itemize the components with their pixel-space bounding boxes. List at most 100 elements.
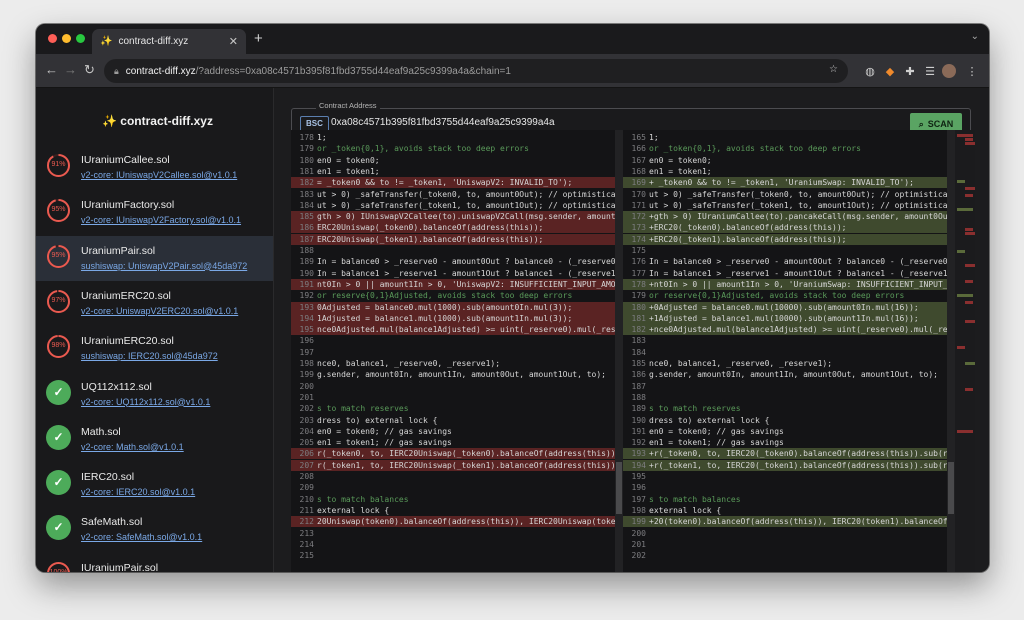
sidebar-file-item[interactable]: 98% IUraniumERC20.sol sushiswap: IERC20.s… [36, 326, 273, 371]
contract-code-line: 201 [623, 539, 955, 550]
code-text: nce0Adjusted.mul(balance1Adjusted) >= ui… [317, 325, 623, 335]
original-code-line: 179 or _token{0,1}, avoids stack too deep… [291, 143, 623, 154]
contract-code-line: 173 +ERC20(_token0).balanceOf(address(thi… [623, 222, 955, 234]
maximize-window-button[interactable] [76, 34, 85, 43]
line-number: 177 [631, 268, 646, 278]
line-number: 210 [299, 494, 314, 504]
contract-source-pane[interactable]: 165 1; 166 or _token{0,1}, avoids stack too… [623, 130, 955, 572]
address-bar[interactable]: 🔒︎ contract-diff.xyz/?address=0xa08c4571… [104, 59, 848, 83]
similarity-score: 95% [51, 206, 66, 214]
source-file-link[interactable]: v2-core: UQ112x112.sol@v1.0.1 [81, 397, 210, 407]
left-pane-scrollbar[interactable] [615, 130, 623, 572]
original-code-line: 186 ERC20Uniswap(_token0).balanceOf(addre… [291, 222, 623, 234]
code-diff-view[interactable]: 178 1; 179 or _token{0,1}, avoids stack too… [291, 130, 975, 572]
metamask-extension-icon[interactable]: ◆ [882, 63, 898, 79]
line-number: 173 [631, 223, 646, 233]
contract-address-input[interactable]: 0xa08c4571b395f81fbd3755d44eaf9a25c9399a… [331, 117, 555, 128]
diff-marker [957, 134, 973, 137]
contract-code-line: 184 [623, 347, 955, 358]
line-number: 168 [631, 166, 646, 176]
similarity-ring: 98% [46, 334, 71, 359]
contract-code-line: 175 [623, 245, 955, 256]
code-text: In = balance1 > _reserve1 - amount1Out ?… [317, 268, 623, 278]
more-menu-icon[interactable]: ⋮ [964, 63, 980, 79]
contract-code-line: 172 +gth > 0) IUraniumCallee(to).pancakeC… [623, 211, 955, 223]
line-number: 202 [299, 404, 314, 414]
diff-marker [965, 187, 975, 190]
source-file-link[interactable]: v2-core: SafeMath.sol@v1.0.1 [81, 532, 202, 542]
line-number: 197 [631, 494, 646, 504]
original-code-line: 187 ERC20Uniswap(_token1).balanceOf(addre… [291, 233, 623, 245]
reading-list-icon[interactable]: ☰ [922, 63, 938, 79]
original-code-line: 180 en0 = token0; [291, 155, 623, 166]
file-name: UQ112x112.sol [81, 380, 152, 393]
close-window-button[interactable] [48, 34, 57, 43]
sidebar-file-item[interactable]: ✓ UQ112x112.sol v2-core: UQ112x112.sol@v1.… [36, 372, 273, 417]
source-file-link[interactable]: v2-core: IERC20.sol@v1.0.1 [81, 487, 195, 497]
contract-code-line: 168 en1 = token1; [623, 166, 955, 177]
contract-code-line: 177 In = balance1 > _reserve1 - amount1Ou… [623, 268, 955, 279]
code-text: ERC20Uniswap(_token0).balanceOf(address(… [317, 223, 544, 233]
browser-tab[interactable]: ✨ contract-diff.xyz ✕ [92, 29, 246, 54]
sidebar-file-item[interactable]: 100% IUraniumPair.solv2-core: IUniswapV2… [36, 553, 273, 572]
forward-arrow-icon[interactable]: → [64, 62, 77, 78]
sidebar-file-item[interactable]: ✓ SafeMath.sol v2-core: SafeMath.sol@v1.0.… [36, 507, 273, 552]
left-scroll-thumb[interactable] [616, 462, 622, 514]
source-file-link[interactable]: v2-core: Math.sol@v1.0.1 [81, 442, 184, 452]
original-code-line: 184 ut > 0) _safeTransfer(_token1, to, am… [291, 200, 623, 211]
puzzle-extensions-icon[interactable]: ✚ [902, 63, 918, 79]
sidebar-file-item[interactable]: 91% IUraniumCallee.sol v2-core: IUniswapV… [36, 145, 273, 190]
sidebar-file-item[interactable]: ✓ IERC20.sol v2-core: IERC20.sol@v1.0.1 [36, 462, 273, 507]
original-code-line: 206 r(_token0, to, IERC20Uniswap(_token0)… [291, 448, 623, 460]
right-scroll-thumb[interactable] [948, 462, 954, 514]
sidebar-file-item[interactable]: 95% IUraniumFactory.sol v2-core: IUniswap… [36, 190, 273, 235]
code-text: ut > 0) _safeTransfer(_token1, to, amoun… [317, 200, 623, 210]
line-number: 197 [299, 347, 314, 357]
code-text: gth > 0) IUniswapV2Callee(to).uniswapV2C… [317, 212, 623, 222]
original-code-line: 207 r(_token1, to, IERC20Uniswap(_token1)… [291, 459, 623, 471]
line-number: 179 [631, 291, 646, 301]
contract-code-line: 191 en0 = token0; // gas savings [623, 426, 955, 437]
source-file-link[interactable]: sushiswap: IERC20.sol@45da972 [81, 351, 218, 361]
original-code-line: 213 [291, 528, 623, 539]
original-code-line: 214 [291, 539, 623, 550]
diff-marker [965, 142, 975, 145]
reload-icon[interactable]: ↻ [84, 62, 95, 78]
contract-code-line: 179 or reserve{0,1}Adjusted, avoids stack… [623, 290, 955, 301]
source-file-link[interactable]: v2-core: IUniswapV2Callee.sol@v1.0.1 [81, 170, 237, 180]
line-number: 183 [299, 189, 314, 199]
new-tab-button[interactable]: + [254, 30, 263, 47]
original-code-line: 199 g.sender, amount0In, amount1In, amoun… [291, 369, 623, 380]
source-file-link[interactable]: v2-core: IUniswapV2Factory.sol@v1.0.1 [81, 215, 241, 225]
original-code-line: 181 en1 = token1; [291, 166, 623, 177]
contract-code-line: 194 +r(_token1, to, IERC20(_token1).balan… [623, 459, 955, 471]
file-name: Math.sol [81, 425, 121, 438]
line-number: 209 [299, 483, 314, 493]
close-tab-icon[interactable]: ✕ [229, 35, 238, 48]
minimize-window-button[interactable] [62, 34, 71, 43]
sidebar-file-item[interactable]: 95% UraniumPair.sol sushiswap: UniswapV2P… [36, 235, 273, 281]
globe-extension-icon[interactable]: ◍ [862, 63, 878, 79]
original-code-line: 191 nt0In > 0 || amount1In > 0, 'UniswapV… [291, 278, 623, 290]
line-number: 189 [299, 257, 314, 267]
diff-overview-ruler[interactable] [955, 130, 975, 572]
search-icon: ⌕ [918, 118, 924, 129]
source-file-link[interactable]: v2-core: UniswapV2ERC20.sol@v1.0.1 [81, 306, 238, 316]
sidebar-file-item[interactable]: 97% UraniumERC20.sol v2-core: UniswapV2ER… [36, 281, 273, 326]
profile-avatar[interactable] [942, 64, 956, 78]
browser-toolbar: ← → ↻ 🔒︎ contract-diff.xyz/?address=0xa0… [36, 54, 989, 88]
line-number: 200 [631, 528, 646, 538]
right-pane-scrollbar[interactable] [947, 130, 955, 572]
original-code-line: 201 [291, 392, 623, 403]
contract-code-line: 197 s to match balances [623, 494, 955, 505]
contract-code-line: 187 [623, 381, 955, 392]
tab-search-chevron-icon[interactable]: ⌄ [971, 31, 979, 42]
source-file-link[interactable]: sushiswap: UniswapV2Pair.sol@45da972 [81, 261, 247, 271]
back-arrow-icon[interactable]: ← [45, 62, 58, 78]
star-icon[interactable]: ☆ [829, 64, 838, 75]
diff-marker [957, 430, 973, 433]
line-number: 214 [299, 539, 314, 549]
original-source-pane[interactable]: 178 1; 179 or _token{0,1}, avoids stack too… [291, 130, 623, 572]
sidebar-file-item[interactable]: ✓ Math.sol v2-core: Math.sol@v1.0.1 [36, 417, 273, 462]
code-text: +ERC20(_token1).balanceOf(address(this))… [649, 234, 847, 244]
